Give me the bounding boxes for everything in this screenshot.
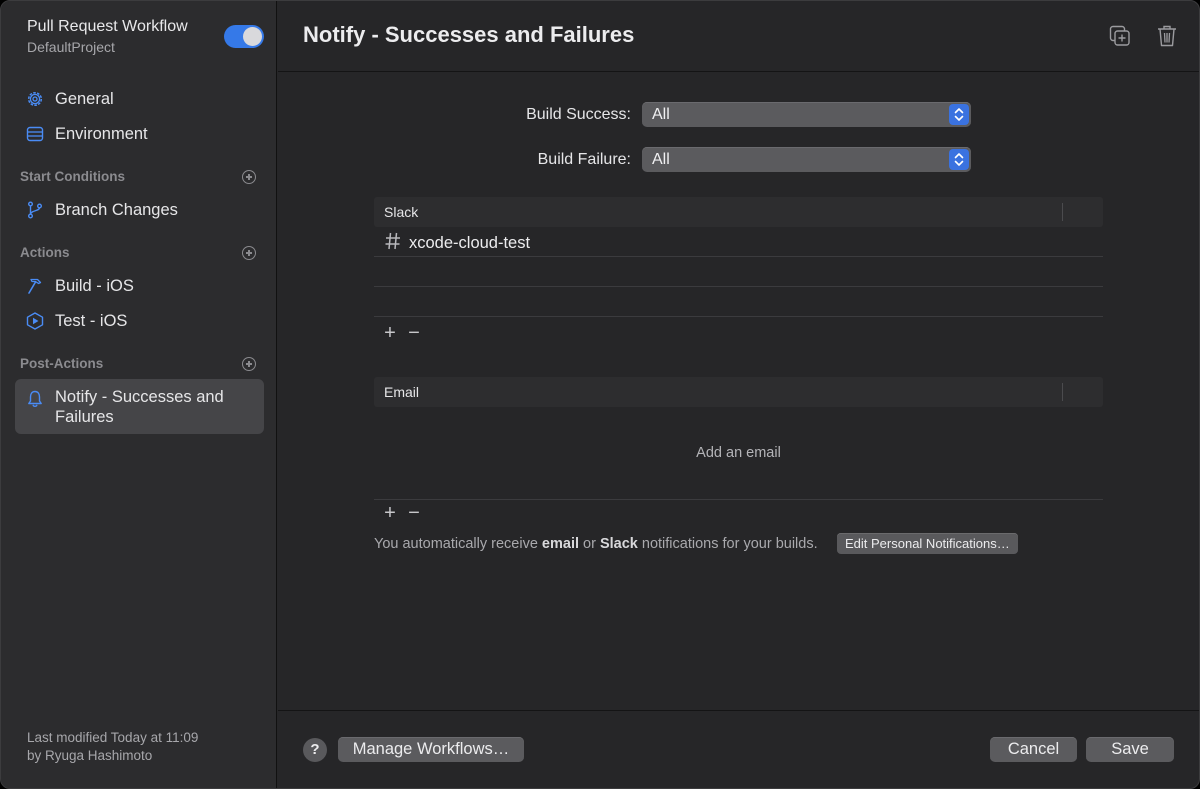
build-success-row: Build Success: All [278, 102, 1199, 127]
email-table: Email [374, 377, 1103, 500]
last-modified-line1: Last modified Today at 11:09 [27, 730, 199, 745]
slack-table: Slack xcode-cloud-test [374, 197, 1103, 318]
chevron-up-down-icon [949, 104, 969, 125]
workflow-enabled-toggle[interactable] [224, 25, 264, 48]
slack-table-header: Slack [374, 197, 1103, 227]
chevron-up-down-icon [949, 149, 969, 170]
note-slack: Slack [599, 536, 638, 552]
sidebar-item-build-ios[interactable]: Build - iOS [15, 270, 264, 302]
add-start-condition-button[interactable] [242, 170, 256, 184]
table-row-empty [374, 257, 1103, 287]
add-post-action-button[interactable] [242, 357, 256, 371]
duplicate-icon[interactable] [1108, 23, 1132, 49]
toggle-knob [243, 27, 262, 46]
build-failure-row: Build Failure: All [278, 147, 1199, 172]
note-email: email [541, 536, 580, 552]
remove-slack-channel-button[interactable]: − [406, 323, 422, 343]
main-panel: Notify - Successes and Failures Build Su… [278, 1, 1199, 788]
help-button[interactable]: ? [303, 738, 327, 762]
branch-icon [15, 200, 55, 220]
build-success-label: Build Success: [526, 106, 631, 123]
sidebar-item-label-line1: Notify - Successes and [55, 388, 224, 406]
add-action-button[interactable] [242, 246, 256, 260]
sidebar-item-label: Build - iOS [55, 277, 134, 295]
workflow-header: Pull Request Workflow DefaultProject [27, 17, 188, 56]
project-name: DefaultProject [27, 39, 115, 55]
notification-note: You automatically receive email or Slack… [374, 535, 818, 553]
table-row[interactable]: xcode-cloud-test [374, 227, 1103, 257]
environment-icon [15, 124, 55, 144]
slack-add-remove-controls: + − [382, 323, 432, 343]
cancel-button[interactable]: Cancel [990, 737, 1077, 762]
workflow-editor-window: Pull Request Workflow DefaultProject Gen… [0, 0, 1200, 789]
hammer-icon [15, 276, 55, 296]
column-divider [1062, 383, 1063, 401]
build-success-popup[interactable]: All [642, 102, 971, 127]
workflow-title: Pull Request Workflow [27, 18, 188, 35]
edit-personal-notifications-button[interactable]: Edit Personal Notifications… [837, 533, 1018, 554]
bell-icon [15, 387, 55, 409]
sidebar-item-environment[interactable]: Environment [15, 118, 264, 150]
build-failure-label: Build Failure: [537, 151, 631, 168]
slack-channel-name: xcode-cloud-test [409, 234, 531, 252]
note-prefix: You automatically receive [374, 536, 542, 552]
build-failure-popup[interactable]: All [642, 147, 971, 172]
section-title: Start Conditions [20, 169, 125, 184]
email-column-header: Email [384, 384, 420, 400]
hash-icon [384, 231, 402, 256]
sidebar-item-test-ios[interactable]: Test - iOS [15, 305, 264, 337]
sidebar-item-branch-changes[interactable]: Branch Changes [15, 194, 264, 226]
main-header: Notify - Successes and Failures [278, 1, 1199, 72]
sidebar: Pull Request Workflow DefaultProject Gen… [1, 1, 277, 788]
email-table-header: Email [374, 377, 1103, 407]
sidebar-item-label: Environment [55, 125, 148, 143]
section-title: Actions [20, 245, 70, 260]
test-play-icon [15, 311, 55, 331]
table-row-empty [374, 287, 1103, 317]
sidebar-item-notify[interactable]: Notify - Successes and Failures [15, 379, 264, 434]
section-actions: Actions [20, 244, 264, 262]
trash-icon[interactable] [1155, 23, 1179, 49]
note-or: or [579, 536, 600, 552]
sidebar-item-label: General [55, 90, 114, 108]
note-suffix: notifications for your builds. [637, 536, 818, 552]
sidebar-item-label: Test - iOS [55, 312, 128, 330]
section-start-conditions: Start Conditions [20, 168, 264, 186]
page-title: Notify - Successes and Failures [303, 22, 635, 47]
last-modified-line2: by Ryuga Hashimoto [27, 748, 153, 763]
email-add-remove-controls: + − [382, 503, 432, 523]
column-divider [1062, 203, 1063, 221]
slack-column-header: Slack [384, 204, 419, 220]
sidebar-item-label-line2: Failures [55, 408, 114, 426]
manage-workflows-button[interactable]: Manage Workflows… [338, 737, 524, 762]
add-email-button[interactable]: + [382, 503, 398, 523]
section-title: Post-Actions [20, 356, 104, 371]
build-success-value: All [652, 106, 670, 123]
save-button[interactable]: Save [1086, 737, 1174, 762]
footer-divider [278, 710, 1199, 711]
gear-icon [15, 89, 55, 109]
build-failure-value: All [652, 151, 670, 168]
sidebar-item-label: Branch Changes [55, 201, 178, 219]
email-empty-message: Add an email [696, 445, 781, 461]
last-modified-info: Last modified Today at 11:09 by Ryuga Ha… [27, 729, 198, 765]
sidebar-item-label: Notify - Successes and Failures [55, 387, 224, 427]
remove-email-button[interactable]: − [406, 503, 422, 523]
sidebar-item-general[interactable]: General [15, 83, 264, 115]
section-post-actions: Post-Actions [20, 355, 264, 373]
add-slack-channel-button[interactable]: + [382, 323, 398, 343]
